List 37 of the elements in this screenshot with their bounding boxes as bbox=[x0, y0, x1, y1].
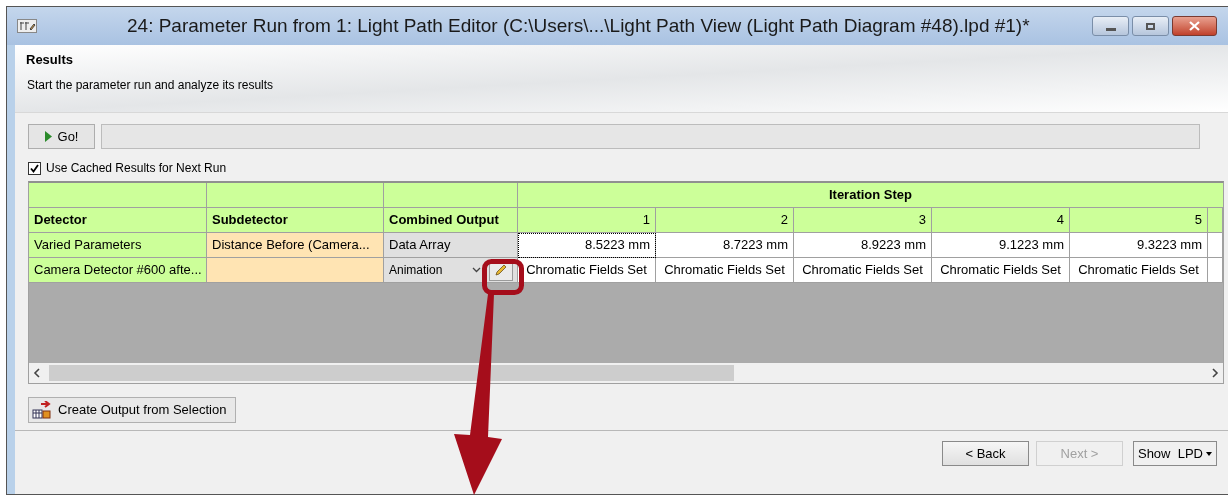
pencil-icon bbox=[494, 263, 508, 277]
section-title: Results bbox=[26, 51, 74, 69]
app-icon bbox=[17, 19, 37, 33]
table-cell: 8.9223 mm bbox=[794, 233, 932, 258]
section-subtitle: Start the parameter run and analyze its results bbox=[27, 76, 275, 94]
table-cell: Distance Before (Camera... bbox=[207, 233, 384, 258]
create-output-button[interactable]: Create Output from Selection bbox=[28, 397, 236, 423]
maximize-button[interactable] bbox=[1132, 16, 1169, 36]
table-cell: 8.5223 mm bbox=[518, 233, 656, 258]
minimize-button[interactable] bbox=[1092, 16, 1129, 36]
checkbox[interactable] bbox=[28, 161, 41, 175]
table-cell: Chromatic Fields Set bbox=[932, 258, 1070, 283]
scroll-left-icon[interactable] bbox=[33, 368, 41, 378]
window-title: 24: Parameter Run from 1: Light Path Editor (C:\Users\...\Light Path View (Light Path Diagram #48).lpd #1)* bbox=[127, 13, 1030, 38]
chevron-down-icon bbox=[472, 267, 481, 273]
dropdown-arrow-icon bbox=[1206, 451, 1212, 456]
table-cell: 8.7223 mm bbox=[656, 233, 794, 258]
table-export-icon bbox=[32, 401, 52, 419]
checkbox-label: Use Cached Results for Next Run bbox=[46, 160, 227, 177]
table-cell: Data Array bbox=[384, 233, 518, 258]
scroll-right-icon[interactable] bbox=[1211, 368, 1219, 378]
table-cell: Chromatic Fields Set bbox=[518, 258, 656, 283]
close-button[interactable] bbox=[1172, 16, 1217, 36]
scrollbar-thumb[interactable] bbox=[49, 365, 734, 381]
show-lpd-button[interactable]: Show LPD bbox=[1133, 441, 1217, 466]
table-cell: 9.3223 mm bbox=[1070, 233, 1208, 258]
back-button[interactable]: < Back bbox=[942, 441, 1029, 466]
table-cell: Varied Parameters bbox=[29, 233, 207, 258]
close-icon bbox=[1189, 21, 1200, 31]
highlight-frame bbox=[482, 259, 524, 295]
go-button[interactable]: Go! bbox=[28, 124, 95, 149]
table-cell: Chromatic Fields Set bbox=[794, 258, 932, 283]
table-cell: Chromatic Fields Set bbox=[1070, 258, 1208, 283]
table-cell: Camera Detector #600 afte... bbox=[29, 258, 207, 283]
play-icon bbox=[44, 131, 52, 142]
table-cell: Chromatic Fields Set bbox=[656, 258, 794, 283]
table-cell: 9.1223 mm bbox=[932, 233, 1070, 258]
